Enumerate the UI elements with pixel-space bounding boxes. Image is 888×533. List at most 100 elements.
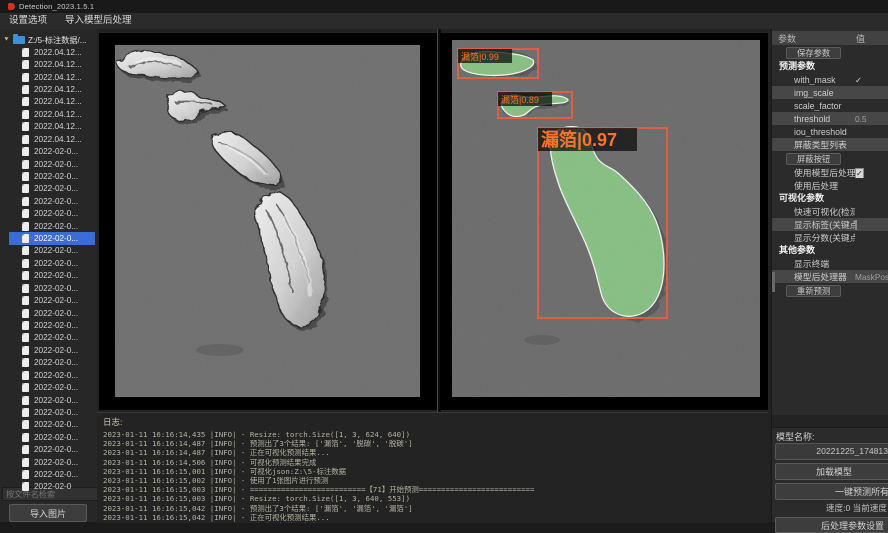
postprocess-settings-button[interactable]: 后处理参数设置	[775, 517, 888, 533]
tree-item[interactable]: 2022-02-0...	[0, 145, 97, 157]
param-checkbox[interactable]: ✓	[855, 168, 864, 178]
tree-item[interactable]: 2022-02-0...	[0, 232, 97, 244]
image-noise	[115, 45, 420, 397]
file-icon	[22, 420, 29, 429]
param-button[interactable]: 屏蔽按钮	[786, 153, 841, 165]
param-row[interactable]: 显示分数(关键点)	[772, 231, 888, 244]
tree-item[interactable]: 2022-02-0...	[0, 195, 97, 207]
param-rows: 保存参数预测参数with_mask✓img_scalescale_factort…	[772, 45, 888, 298]
tree-item[interactable]: 2022-02-0...	[0, 332, 97, 344]
tree-item[interactable]: 2022-02-0...	[0, 431, 97, 443]
tree-item[interactable]: 2022.04.12...	[0, 96, 97, 108]
param-row[interactable]: 快速可视化(检测)	[772, 205, 888, 218]
log-line: 2023-01-11 16:16:15,073 |INFO| - 可视化预测结果…	[103, 522, 768, 523]
params-table-header: 参数 值	[772, 31, 888, 45]
param-row[interactable]: 使用模型后处理✓	[772, 166, 888, 179]
param-checkbox[interactable]	[855, 220, 857, 230]
tree-item[interactable]: 2022-02-0...	[0, 468, 97, 480]
tree-item[interactable]: 2022.04.12...	[0, 46, 97, 58]
tree-item-list[interactable]: 2022.04.12...2022.04.12...2022.04.12...2…	[0, 46, 97, 512]
tree-item-label: 2022.04.12...	[34, 48, 82, 57]
log-line: 2023-01-11 16:16:15,001 |INFO| - 可视化json…	[103, 467, 768, 476]
tree-root-folder[interactable]: ▼ Z:/5-标注数据/...	[0, 33, 97, 46]
param-label: img_scale	[794, 88, 855, 98]
param-row[interactable]: 显示标签(关键点)	[772, 218, 888, 231]
param-row[interactable]: scale_factor	[772, 99, 888, 112]
tree-item[interactable]: 2022-02-0...	[0, 406, 97, 418]
menubar: 设置选项导入模型后处理	[0, 13, 888, 30]
tree-item[interactable]: 2022-02-0...	[0, 220, 97, 232]
tree-item[interactable]: 2022-02-0...	[0, 158, 97, 170]
tree-item[interactable]: 2022-02-0...	[0, 456, 97, 468]
log-line: 2023-01-11 16:16:15,003 |INFO| - Resize:…	[103, 494, 768, 503]
tree-item[interactable]: 2022.04.12...	[0, 71, 97, 83]
tree-item[interactable]: 2022.04.12...	[0, 83, 97, 95]
tree-item[interactable]: 2022-02-0...	[0, 394, 97, 406]
tree-item-label: 2022-02-0...	[34, 321, 78, 330]
tree-item-label: 2022.04.12...	[34, 60, 82, 69]
param-button-row: 重新预测	[772, 283, 888, 298]
tree-item[interactable]: 2022-02-0...	[0, 357, 97, 369]
tree-item-label: 2022-02-0...	[34, 296, 78, 305]
tree-item[interactable]: 2022-02-0...	[0, 294, 97, 306]
predict-all-button[interactable]: 一键预测所有	[775, 483, 888, 500]
tree-item[interactable]: 2022-02-0...	[0, 257, 97, 269]
tree-item-label: 2022-02-0...	[34, 408, 78, 417]
file-icon	[22, 346, 29, 355]
tree-item[interactable]: 2022-02-0...	[0, 183, 97, 195]
tree-item[interactable]: 2022.04.12...	[0, 133, 97, 145]
param-button[interactable]: 重新预测	[786, 285, 841, 297]
import-image-button[interactable]: 导入图片	[9, 504, 87, 522]
tree-item[interactable]: 2022-02-0...	[0, 207, 97, 219]
file-icon	[22, 309, 29, 318]
tree-item-label: 2022-02-0...	[34, 209, 78, 218]
file-icon	[22, 197, 29, 206]
file-icon	[22, 358, 29, 367]
tree-item-label: 2022-02-0...	[34, 234, 78, 243]
param-row[interactable]: img_scale	[772, 86, 888, 99]
tree-item[interactable]: 2022-02-0...	[0, 344, 97, 356]
prediction-image-viewer[interactable]: 漏箔|0.99漏箔|0.89漏箔|0.97	[440, 33, 768, 410]
file-icon	[22, 209, 29, 218]
tree-item[interactable]: 2022.04.12...	[0, 58, 97, 70]
param-row[interactable]: threshold0.5	[772, 112, 888, 125]
menu-item-0[interactable]: 设置选项	[0, 13, 56, 29]
tree-item-label: 2022-02-0...	[34, 458, 78, 467]
tree-item-label: 2022-02-0...	[34, 470, 78, 479]
load-model-button[interactable]: 加载模型	[775, 463, 888, 480]
param-row[interactable]: 使用后处理	[772, 179, 888, 192]
tree-item[interactable]: 2022-02-0...	[0, 381, 97, 393]
param-row[interactable]: with_mask✓	[772, 73, 888, 86]
tree-item-label: 2022-02-0...	[34, 246, 78, 255]
tree-item[interactable]: 2022-02-0...	[0, 444, 97, 456]
log-header: 日志:	[103, 416, 768, 428]
param-row[interactable]: 模型后处理器MaskPostPro	[772, 270, 888, 283]
file-icon	[22, 271, 29, 280]
model-name-value[interactable]: 20221225_174813	[775, 443, 888, 460]
tree-item[interactable]: 2022-02-0...	[0, 270, 97, 282]
tree-item[interactable]: 2022-02-0...	[0, 307, 97, 319]
param-button[interactable]: 保存参数	[786, 47, 841, 59]
tree-item[interactable]: 2022-02-0...	[0, 170, 97, 182]
tree-item[interactable]: 2022-02-0...	[0, 282, 97, 294]
file-icon	[22, 222, 29, 231]
tree-item-label: 2022-02-0...	[34, 358, 78, 367]
tree-item[interactable]: 2022-02-0...	[0, 245, 97, 257]
tree-item[interactable]: 2022-02-0...	[0, 319, 97, 331]
tree-item[interactable]: 2022.04.12...	[0, 108, 97, 120]
file-icon	[22, 396, 29, 405]
param-row[interactable]: 屏蔽类型列表	[772, 138, 888, 151]
chevron-down-icon[interactable]: ▼	[3, 37, 10, 43]
log-panel[interactable]: 日志: 2023-01-11 16:16:14,435 |INFO| - Res…	[97, 412, 768, 523]
param-label: with_mask	[794, 75, 855, 85]
tree-item-label: 2022-02-0	[34, 482, 71, 491]
param-row[interactable]: iou_threshold	[772, 125, 888, 138]
menu-item-1[interactable]: 导入模型后处理	[56, 13, 141, 29]
tree-item[interactable]: 2022.04.12...	[0, 121, 97, 133]
file-tree-panel[interactable]: ▼ Z:/5-标注数据/... 2022.04.12...2022.04.12.…	[0, 29, 98, 522]
tree-item[interactable]: 2022-02-0...	[0, 419, 97, 431]
param-row[interactable]: 显示终端	[772, 257, 888, 270]
tree-item[interactable]: 2022-02-0...	[0, 369, 97, 381]
panel-scrollbar-thumb[interactable]	[772, 272, 775, 292]
original-image-viewer[interactable]	[99, 33, 437, 410]
